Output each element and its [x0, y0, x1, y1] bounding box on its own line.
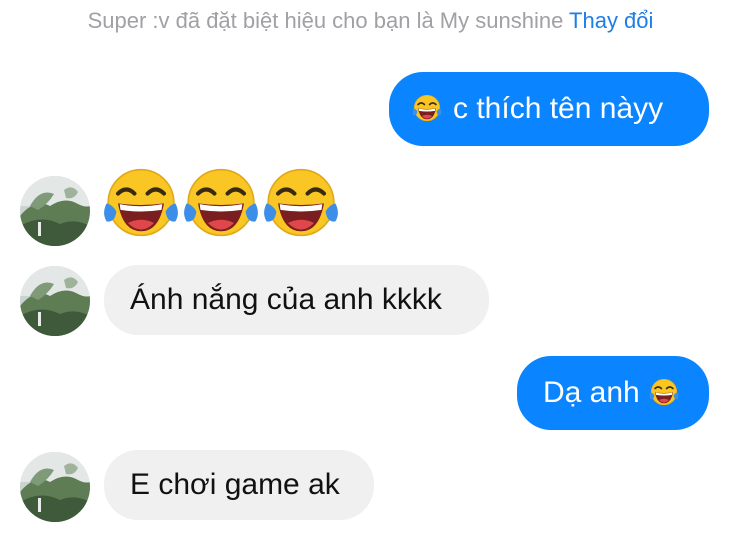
change-nickname-link[interactable]: Thay đổi [569, 8, 653, 33]
message-text: c thích tên nàyy [453, 92, 664, 125]
nickname-notice: Super :v đã đặt biệt hiệu cho bạn là My … [0, 8, 741, 34]
avatar[interactable] [20, 176, 90, 246]
nickname-notice-text: Super :v đã đặt biệt hiệu cho bạn là My … [87, 8, 564, 33]
message-text: Ánh nắng của anh kkkk [130, 283, 442, 316]
face-with-tears-of-joy-icon [411, 93, 443, 125]
avatar[interactable] [20, 452, 90, 522]
face-with-tears-of-joy-icon [100, 164, 182, 246]
avatar[interactable] [20, 266, 90, 336]
incoming-message-bubble[interactable]: E chơi game ak [104, 450, 374, 520]
face-with-tears-of-joy-icon [180, 164, 262, 246]
incoming-message-bubble[interactable]: Ánh nắng của anh kkkk [104, 265, 489, 335]
message-text: E chơi game ak [130, 468, 340, 501]
face-with-tears-of-joy-icon [260, 164, 342, 246]
message-text: Dạ anh [543, 376, 640, 409]
emoji-only-message[interactable] [100, 164, 350, 250]
outgoing-message-bubble[interactable]: Dạ anh [517, 356, 709, 430]
outgoing-message-bubble[interactable]: c thích tên nàyy [389, 72, 709, 146]
face-with-tears-of-joy-icon [648, 377, 680, 409]
